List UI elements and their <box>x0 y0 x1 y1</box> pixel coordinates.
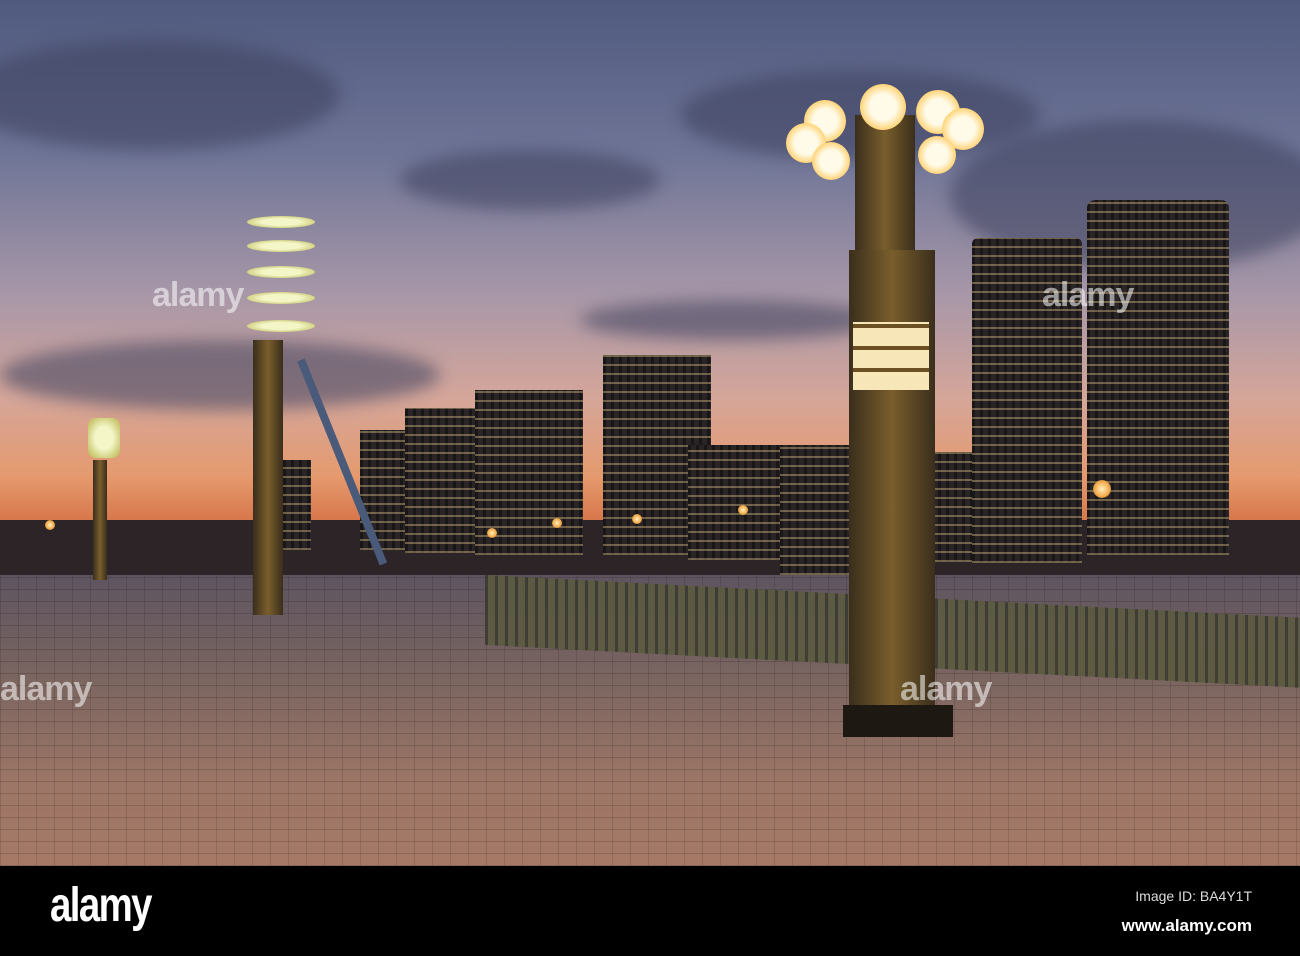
cloud <box>400 150 660 210</box>
lamp-post-top <box>855 115 915 250</box>
lamp-ring <box>247 266 315 278</box>
lamp-ring <box>247 240 315 252</box>
street-light <box>738 505 748 515</box>
building <box>405 408 477 553</box>
street-light <box>45 520 55 530</box>
building <box>930 452 972 562</box>
watermark: alamy <box>0 670 92 708</box>
street-light <box>487 528 497 538</box>
lamp-post <box>849 250 935 710</box>
watermark: alamy <box>152 276 244 314</box>
photograph: alamy alamy alamy alamy <box>0 0 1300 866</box>
lamp-ring <box>247 320 315 332</box>
building <box>780 445 855 575</box>
website-link[interactable]: www.alamy.com <box>1122 916 1252 936</box>
lamp-bulb <box>812 142 850 180</box>
lamp-bulb <box>918 136 956 174</box>
building <box>283 460 311 550</box>
building <box>688 445 783 560</box>
cloud <box>0 340 440 410</box>
lamp-post <box>253 340 283 615</box>
cloud <box>580 300 880 340</box>
lamp-post <box>93 460 107 580</box>
street-light <box>632 514 642 524</box>
lamp-rings <box>88 418 120 458</box>
street-light <box>552 518 562 528</box>
street-light <box>1093 480 1111 498</box>
footer-bar: alamy Image ID: BA4Y1T www.alamy.com <box>0 866 1300 956</box>
cloud <box>0 40 340 150</box>
lamp-post-base <box>843 705 953 737</box>
watermark: alamy <box>900 670 992 708</box>
lamp-bulb <box>860 84 906 130</box>
tower <box>1087 200 1229 555</box>
watermark: alamy <box>1042 276 1134 314</box>
alamy-logo: alamy <box>50 879 152 932</box>
lamp-ring <box>247 216 315 228</box>
lamp-post-window <box>853 322 929 390</box>
image-id: Image ID: BA4Y1T <box>1135 888 1252 904</box>
lamp-ring <box>247 292 315 304</box>
